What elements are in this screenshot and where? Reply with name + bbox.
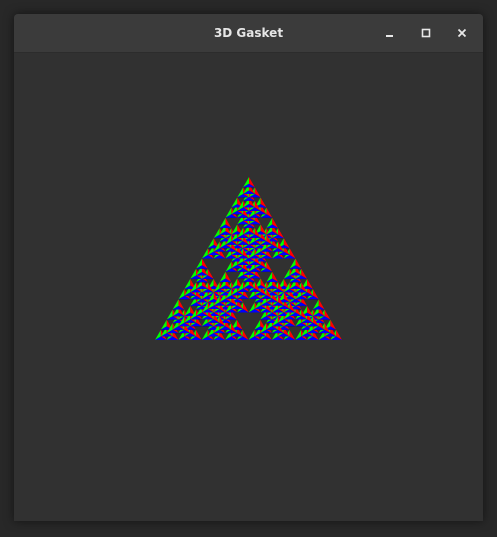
close-button[interactable]: [449, 21, 475, 45]
window-controls: [377, 21, 475, 45]
canvas-area[interactable]: [14, 53, 483, 521]
app-window: 3D Gasket: [14, 14, 483, 521]
gasket-canvas[interactable]: [14, 53, 483, 521]
title-bar[interactable]: 3D Gasket: [14, 14, 483, 53]
maximize-icon: [421, 28, 431, 38]
maximize-button[interactable]: [413, 21, 439, 45]
close-icon: [457, 28, 467, 38]
minimize-button[interactable]: [377, 21, 403, 45]
minimize-icon: [386, 35, 393, 37]
